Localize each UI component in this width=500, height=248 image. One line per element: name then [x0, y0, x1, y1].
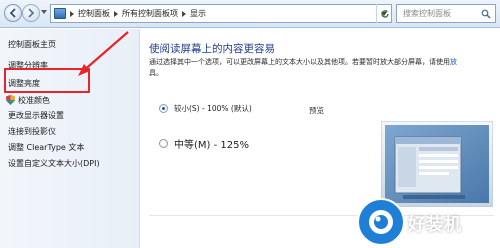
option-medium-label[interactable]: 中等(M) - 125%: [174, 136, 249, 151]
search-placeholder: 搜索控制面板: [403, 9, 451, 18]
sidebar-item-custom-text-size[interactable]: 设置自定义文本大小(DPI): [8, 158, 100, 169]
magnifier-link[interactable]: 放: [450, 58, 457, 66]
sidebar-item-connect-projector[interactable]: 连接到投影仪: [8, 126, 56, 137]
page-description: 通过选择其中一个选项，可以更改屏幕上的文本大小以及其他项。若要暂时放大部分屏幕，…: [149, 57, 494, 79]
radio-smaller[interactable]: [159, 104, 168, 113]
page-title: 使阅读屏幕上的内容更容易: [149, 43, 275, 55]
radio-medium[interactable]: [159, 139, 168, 148]
sidebar-item-change-display-settings[interactable]: 更改显示器设置: [8, 110, 64, 121]
description-text-continued: 具。: [149, 69, 163, 77]
breadcrumb-display[interactable]: 显示: [190, 8, 206, 19]
search-icon[interactable]: [481, 9, 491, 19]
forward-button[interactable]: [22, 4, 40, 22]
breadcrumb-separator-icon[interactable]: [182, 10, 186, 17]
option-smaller-label[interactable]: 较小(S) - 100% (默认): [174, 103, 252, 114]
back-button[interactable]: [4, 4, 22, 22]
breadcrumb-all-items[interactable]: 所有控制面板项: [122, 8, 178, 19]
option-smaller[interactable]: 较小(S) - 100% (默认): [159, 103, 252, 114]
refresh-button[interactable]: [376, 4, 392, 23]
sidebar-item-adjust-cleartype[interactable]: 调整 ClearType 文本: [8, 142, 84, 153]
watermark-logo-icon: [357, 198, 405, 246]
breadcrumb-separator-icon[interactable]: [70, 10, 74, 17]
preview-label: 预览: [309, 106, 324, 115]
watermark-text: 好装机: [408, 215, 462, 235]
forward-arrow-icon: [28, 8, 35, 18]
address-bar[interactable]: 控制面板 所有控制面板项 显示: [50, 4, 392, 23]
recent-pages-dropdown-icon[interactable]: [41, 10, 47, 14]
back-arrow-icon: [9, 8, 16, 18]
refresh-icon: [380, 9, 389, 18]
breadcrumb-control-panel[interactable]: 控制面板: [78, 8, 110, 19]
option-medium[interactable]: 中等(M) - 125%: [159, 136, 249, 151]
search-box[interactable]: 搜索控制面板: [396, 4, 496, 23]
annotation-highlight-box: [4, 68, 90, 93]
breadcrumb-separator-icon[interactable]: [114, 10, 118, 17]
sidebar-item-control-panel-home[interactable]: 控制面板主页: [8, 39, 56, 50]
navigation-bar: 控制面板 所有控制面板项 显示 搜索控制面板: [0, 0, 500, 28]
preview-image: [381, 121, 493, 207]
sidebar: 控制面板主页 调整分辨率 调整亮度 校准颜色 更改显示器设置 连接到投影仪 调整…: [0, 29, 140, 248]
shield-icon: [6, 95, 15, 105]
sidebar-item-calibrate-color[interactable]: 校准颜色: [18, 95, 50, 106]
control-panel-icon: [54, 8, 66, 19]
description-text: 通过选择其中一个选项，可以更改屏幕上的文本大小以及其他项。若要暂时放大部分屏幕，…: [149, 58, 450, 66]
